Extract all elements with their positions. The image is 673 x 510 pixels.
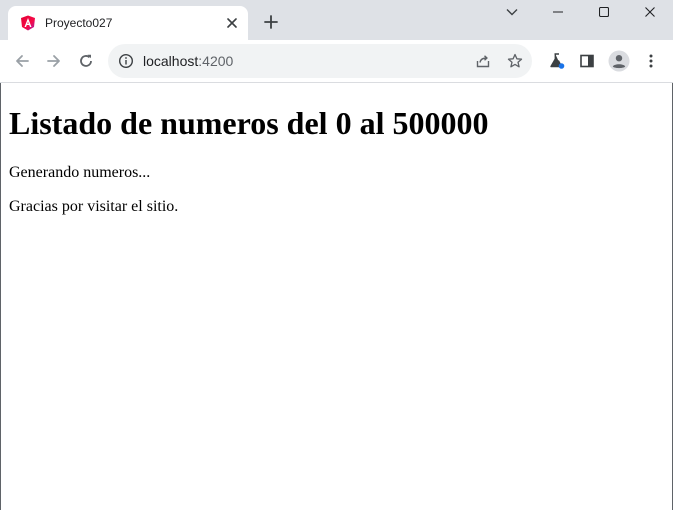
side-panel-icon[interactable] [575,49,599,73]
profile-avatar-icon[interactable] [607,49,631,73]
reload-icon[interactable] [74,49,98,73]
forward-icon[interactable] [42,49,66,73]
back-icon[interactable] [10,49,34,73]
thanks-text: Gracias por visitar el sitio. [9,198,179,215]
bookmark-star-icon[interactable] [505,51,525,71]
tab-search-chevron-icon[interactable] [489,0,535,24]
more-menu-icon[interactable] [639,49,663,73]
share-icon[interactable] [473,51,493,71]
browser-tab[interactable]: Proyecto027 [8,6,248,40]
minimize-icon[interactable] [535,0,581,24]
new-tab-icon[interactable] [261,12,281,32]
tab-strip: Proyecto027 [0,0,673,40]
url-text[interactable]: localhost:4200 [143,53,233,69]
url-port: :4200 [198,53,234,69]
page-heading: Listado de numeros del 0 al 500000 [9,105,489,141]
maximize-icon[interactable] [581,0,627,24]
address-bar[interactable]: localhost:4200 [108,44,532,78]
tab-title: Proyecto027 [45,16,113,30]
url-host: localhost [143,53,199,69]
site-info-icon[interactable] [118,53,134,69]
close-window-icon[interactable] [627,0,673,24]
angular-favicon-icon [20,15,36,31]
close-tab-icon[interactable] [222,13,242,33]
browser-toolbar: localhost:4200 [0,40,673,83]
page-content: Listado de numeros del 0 al 500000 Gener… [0,83,673,510]
labs-flask-icon[interactable] [545,49,569,73]
window-left-border [0,83,1,510]
status-text: Generando numeros... [9,164,151,181]
